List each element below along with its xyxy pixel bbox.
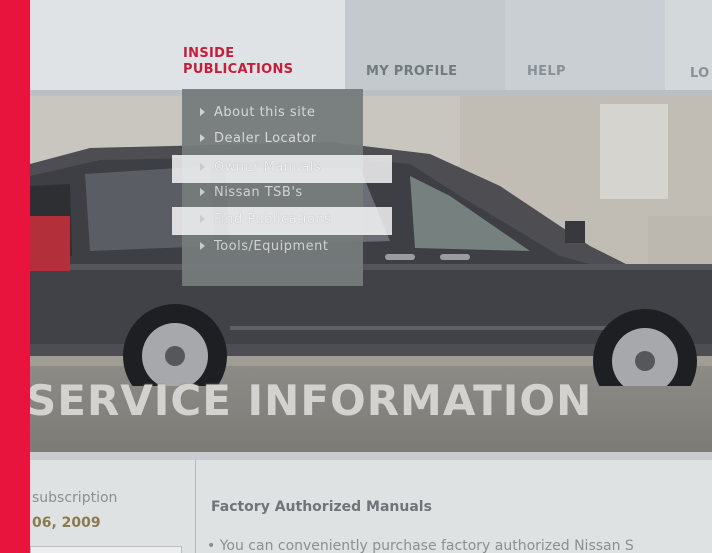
hero-title: SERVICE INFORMATION (30, 376, 593, 425)
section-bullet-text: • You can conveniently purchase factory … (207, 538, 634, 553)
sidebar-button[interactable] (30, 546, 182, 553)
menu-item-label: Dealer Locator (214, 131, 317, 146)
hero-banner: SERVICE INFORMATION (30, 96, 712, 452)
menu-arrow-icon (200, 134, 205, 142)
nav-inside-line2: PUBLICATIONS (183, 62, 294, 77)
left-accent-bar (0, 0, 30, 553)
menu-arrow-icon (200, 215, 205, 223)
top-navigation: INSIDE PUBLICATIONS MY PROFILE HELP LO (30, 0, 712, 90)
menu-item-about-this-site[interactable]: About this site (182, 103, 363, 125)
menu-item-owner-manuals[interactable]: Owner Manuals (172, 155, 392, 183)
subscription-date: 06, 2009 (32, 515, 101, 531)
menu-arrow-icon (200, 242, 205, 250)
menu-arrow-icon (200, 188, 205, 196)
menu-item-label: Tools/Equipment (214, 239, 329, 254)
menu-arrow-icon (200, 108, 205, 116)
nav-item-inside-publications[interactable]: INSIDE PUBLICATIONS (183, 46, 293, 78)
nav-item-help[interactable]: HELP (527, 64, 566, 79)
menu-item-label: Find Publications (214, 212, 332, 227)
page: INSIDE PUBLICATIONS MY PROFILE HELP LO S… (30, 0, 712, 553)
menu-item-nissan-tsbs[interactable]: Nissan TSB's (182, 183, 363, 205)
content-top-border (30, 452, 712, 460)
nav-item-logout[interactable]: LO (690, 66, 709, 81)
menu-item-tools-equipment[interactable]: Tools/Equipment (182, 237, 363, 259)
publications-dropdown-menu: About this site Dealer Locator Owner Man… (172, 89, 392, 286)
menu-item-dealer-locator[interactable]: Dealer Locator (182, 129, 363, 151)
menu-arrow-icon (200, 163, 205, 171)
nav-inside-line1: INSIDE (183, 46, 235, 61)
subscription-label: subscription (32, 490, 118, 506)
section-title: Factory Authorized Manuals (211, 499, 432, 515)
menu-item-label: Owner Manuals (214, 160, 322, 175)
nav-item-my-profile[interactable]: MY PROFILE (366, 64, 457, 79)
menu-item-label: Nissan TSB's (214, 185, 303, 200)
menu-item-find-publications[interactable]: Find Publications (172, 207, 392, 235)
column-divider (195, 460, 196, 553)
menu-item-label: About this site (214, 105, 316, 120)
